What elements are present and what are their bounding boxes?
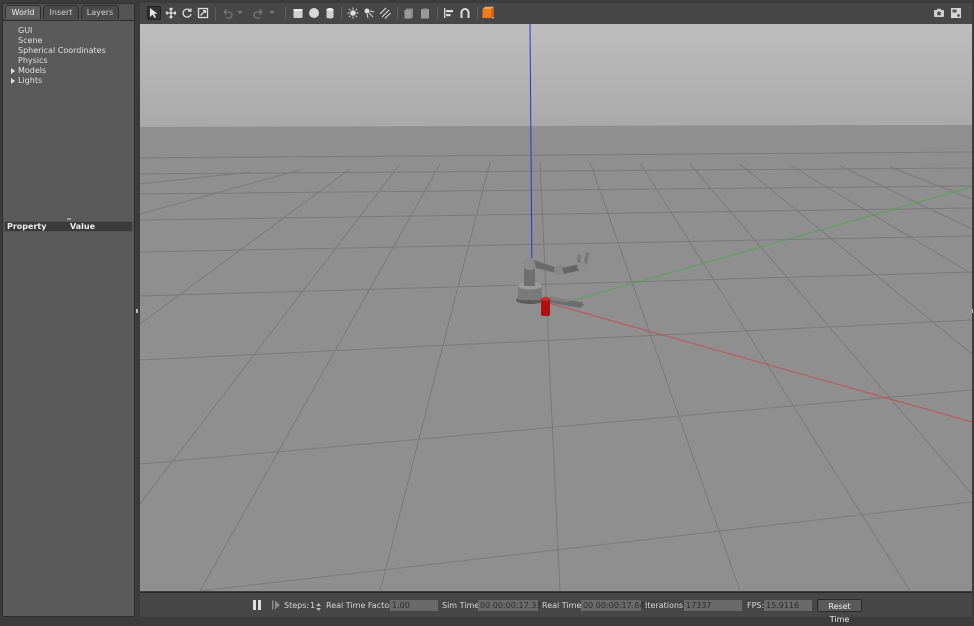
redo-dropdown-icon[interactable] [268, 6, 276, 20]
scene-render [140, 24, 972, 591]
panel-splitter-handle[interactable] [67, 218, 71, 220]
fps-field: 15.9116 [764, 600, 812, 611]
value-column-header: Value [70, 222, 96, 231]
spot-light-icon[interactable] [362, 6, 376, 20]
undo-dropdown-icon[interactable] [236, 6, 244, 20]
paste-icon[interactable] [418, 6, 432, 20]
steps-label: Steps: [284, 601, 310, 610]
real-time-label: Real Time: [542, 601, 585, 610]
3d-viewport[interactable] [140, 24, 972, 591]
directional-light-icon[interactable] [378, 6, 392, 20]
sphere-shape-icon[interactable] [307, 6, 321, 20]
tree-item-gui[interactable]: GUI [18, 26, 32, 36]
expand-arrow-icon[interactable] [11, 78, 15, 84]
expand-arrow-icon[interactable] [11, 68, 15, 74]
left-splitter-handle[interactable] [136, 309, 138, 313]
snap-magnet-icon[interactable] [458, 6, 472, 20]
change-view-icon[interactable] [481, 6, 495, 20]
property-table [3, 232, 134, 616]
toolbar-separator [397, 7, 398, 20]
red-cylinder-object[interactable] [541, 297, 550, 316]
step-forward-icon[interactable] [271, 599, 281, 611]
tree-item-physics[interactable]: Physics [18, 56, 48, 66]
screenshot-camera-icon[interactable] [932, 6, 946, 20]
copy-icon[interactable] [402, 6, 416, 20]
tree-item-lights[interactable]: Lights [11, 76, 43, 86]
sim-time-label: Sim Time: [442, 601, 482, 610]
box-shape-icon[interactable] [291, 6, 305, 20]
tree-item-scene[interactable]: Scene [18, 36, 42, 46]
property-table-header: Property Value [5, 222, 132, 231]
steps-value[interactable]: 1 [310, 601, 315, 610]
cylinder-shape-icon[interactable] [323, 6, 337, 20]
align-icon[interactable] [442, 6, 456, 20]
toolbar-separator [285, 7, 286, 20]
real-time-factor-field: 1.00 [390, 600, 438, 611]
property-column-header: Property [7, 222, 47, 231]
tree-item-lights-label: Lights [18, 76, 43, 85]
tree-item-spherical-coordinates[interactable]: Spherical Coordinates [18, 46, 106, 56]
tree-item-models-label: Models [18, 66, 47, 75]
real-time-factor-label: Real Time Factor: [326, 601, 395, 610]
scale-mode-icon[interactable] [196, 6, 210, 20]
select-mode-icon[interactable] [147, 6, 161, 20]
toolbar-separator [477, 7, 478, 20]
tab-layers[interactable]: Layers [81, 5, 119, 19]
panel-tabs: World Insert Layers [3, 4, 136, 20]
bottom-status-bar: Steps: 1 Real Time Factor: 1.00 Sim Time… [140, 592, 972, 624]
steps-spinner-icon[interactable] [316, 603, 321, 613]
toolbar-separator [437, 7, 438, 20]
toolbar [140, 3, 972, 25]
toolbar-separator [341, 7, 342, 20]
reset-time-button[interactable]: Reset Time [817, 599, 862, 624]
tab-insert[interactable]: Insert [43, 5, 79, 19]
tree-item-models[interactable]: Models [11, 66, 47, 76]
fps-label: FPS: [747, 601, 765, 610]
redo-icon[interactable] [252, 6, 266, 20]
undo-icon[interactable] [220, 6, 234, 20]
record-video-icon[interactable] [949, 6, 963, 20]
rotate-mode-icon[interactable] [180, 6, 194, 20]
world-tree: GUI Scene Spherical Coordinates Physics … [3, 20, 134, 221]
left-panel: World Insert Layers GUI Scene Spherical … [2, 3, 135, 617]
translate-mode-icon[interactable] [164, 6, 178, 20]
toolbar-separator [215, 7, 216, 20]
real-time-field: 00 00:00:17.844 [581, 600, 650, 611]
iterations-label: Iterations: [645, 601, 686, 610]
sim-time-field: 00 00:00:17.337 [478, 600, 547, 611]
pause-icon[interactable] [252, 599, 262, 611]
point-light-icon[interactable] [346, 6, 360, 20]
tab-world[interactable]: World [5, 5, 41, 19]
iterations-field: 17337 [684, 600, 742, 611]
